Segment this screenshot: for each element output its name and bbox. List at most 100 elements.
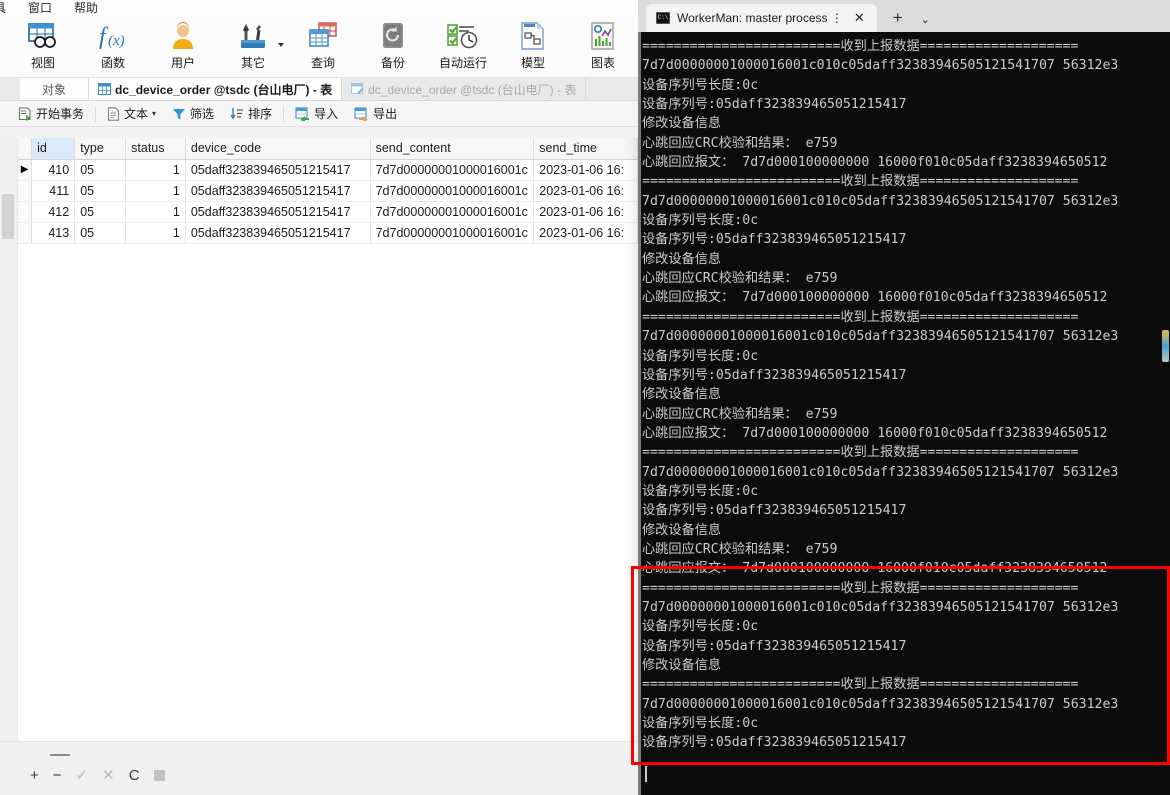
cell-send-content[interactable]: 7d7d00000001000016001c xyxy=(370,180,535,202)
grid-toolbar: 开始事务 文本 ▾ 筛选 排序 导入 导出 xyxy=(0,101,638,127)
navigator-scrollbar-thumb[interactable] xyxy=(2,194,14,239)
terminal-title-bar[interactable]: C:\ WorkerMan: master process ⋮ ✕ + ⌄ xyxy=(638,0,1170,32)
terminal-line: 设备序列号长度:0c xyxy=(642,348,759,364)
terminal-line: =========================收到上报数据=========… xyxy=(642,677,1079,693)
terminal-text-cursor xyxy=(645,766,647,782)
cell-status[interactable]: 1 xyxy=(125,159,186,181)
new-tab-button[interactable]: + xyxy=(893,8,903,28)
table-row[interactable]: 412 05 1 05daff323839465051215417 7d7d00… xyxy=(18,201,638,223)
tab-objects-label: 对象 xyxy=(42,82,67,97)
table-row[interactable]: ▶ 410 05 1 05daff323839465051215417 7d7d… xyxy=(18,159,638,181)
cell-type[interactable]: 05 xyxy=(74,180,127,202)
filter-icon xyxy=(172,107,186,121)
cell-send-time[interactable]: 2023-01-06 16: xyxy=(533,201,638,223)
import-button[interactable]: 导入 xyxy=(287,103,346,125)
ribbon-label-backup: 备份 xyxy=(380,56,405,70)
begin-transaction-button[interactable]: 开始事务 xyxy=(10,103,92,125)
cell-status[interactable]: 1 xyxy=(125,180,186,202)
ribbon-button-others[interactable]: 其它 xyxy=(218,19,288,77)
records-table: id type status device_code send_content … xyxy=(18,138,638,244)
column-header-status[interactable]: status xyxy=(125,138,186,160)
terminal-tab[interactable]: C:\ WorkerMan: master process ⋮ ✕ xyxy=(646,4,877,32)
table-row[interactable]: 411 05 1 05daff323839465051215417 7d7d00… xyxy=(18,180,638,202)
ribbon-button-query[interactable]: 查询 xyxy=(288,19,358,77)
ribbon-button-model[interactable]: 模型 xyxy=(498,19,568,77)
cell-send-time[interactable]: 2023-01-06 16: xyxy=(533,159,638,181)
ribbon-button-backup[interactable]: 备份 xyxy=(358,19,428,77)
terminal-tab-title: WorkerMan: master process ⋮ xyxy=(677,11,843,25)
terminal-line: =========================收到上报数据=========… xyxy=(642,580,1079,596)
menu-item-tools[interactable]: 具 xyxy=(0,0,17,17)
terminal-line: 7d7d00000001000016001c010c05daff32383946… xyxy=(642,329,1119,345)
cell-send-content[interactable]: 7d7d00000001000016001c xyxy=(370,201,535,223)
cell-id[interactable]: 412 xyxy=(31,201,76,223)
column-header-send-time[interactable]: send_time xyxy=(533,138,638,160)
ribbon-button-chart[interactable]: 图表 xyxy=(568,19,638,77)
column-header-device-code[interactable]: device_code xyxy=(185,138,371,160)
table-row[interactable]: 413 05 1 05daff323839465051215417 7d7d00… xyxy=(18,222,638,244)
column-header-send-content[interactable]: send_content xyxy=(370,138,535,160)
ribbon-button-view[interactable]: 视图 xyxy=(8,19,78,77)
column-header-type[interactable]: type xyxy=(74,138,127,160)
import-icon xyxy=(295,106,310,121)
filter-label: 筛选 xyxy=(190,107,215,121)
column-header-id[interactable]: id xyxy=(31,138,76,160)
chevron-down-icon[interactable] xyxy=(278,43,284,47)
stop-button[interactable] xyxy=(153,770,165,781)
terminal-line: 7d7d00000001000016001c010c05daff32383946… xyxy=(642,599,1119,615)
ribbon-toolbar: 视图 f (x) 函数 用户 其它 查询 备份 自动运行 模型 图表 xyxy=(0,17,638,78)
cell-send-content[interactable]: 7d7d00000001000016001c xyxy=(370,222,535,244)
apply-change-button[interactable]: ✓ xyxy=(76,768,89,783)
cell-status[interactable]: 1 xyxy=(125,201,186,223)
terminal-scrollbar-thumb[interactable] xyxy=(1162,330,1169,362)
cell-type[interactable]: 05 xyxy=(74,159,127,181)
export-button[interactable]: 导出 xyxy=(346,103,405,125)
cell-send-time[interactable]: 2023-01-06 16: xyxy=(533,222,638,244)
cell-send-time[interactable]: 2023-01-06 16: xyxy=(533,180,638,202)
menu-item-help[interactable]: 帮助 xyxy=(63,0,109,17)
text-label: 文本 xyxy=(124,107,149,121)
row-marker xyxy=(18,180,33,202)
grid-right-shadow xyxy=(624,138,638,741)
navicat-window: 具 窗口 帮助 视图 f (x) 函数 用户 其它 查询 备份 自动运行 模型 … xyxy=(0,0,638,795)
menu-item-window[interactable]: 窗口 xyxy=(17,0,63,17)
cell-device-code[interactable]: 05daff323839465051215417 xyxy=(185,222,371,244)
filter-button[interactable]: 筛选 xyxy=(164,103,222,125)
cell-send-content[interactable]: 7d7d00000001000016001c xyxy=(370,159,535,181)
close-icon[interactable]: ✕ xyxy=(850,10,869,26)
ribbon-label-function: 函数 xyxy=(100,56,125,70)
terminal-line: =========================收到上报数据=========… xyxy=(642,445,1079,461)
import-label: 导入 xyxy=(314,107,339,121)
terminal-output[interactable]: =========================收到上报数据=========… xyxy=(638,32,1170,795)
tab-dc-device-order-designer[interactable]: dc_device_order @tsdc (台山电厂) - 表 xyxy=(342,78,587,100)
ribbon-label-model: 模型 xyxy=(520,56,545,70)
cell-type[interactable]: 05 xyxy=(74,222,127,244)
sort-button[interactable]: 排序 xyxy=(222,103,280,125)
chevron-down-icon[interactable]: ⌄ xyxy=(921,13,930,26)
model-icon xyxy=(520,19,546,53)
tab-dc-device-order-table[interactable]: dc_device_order @tsdc (台山电厂) - 表 xyxy=(89,78,343,100)
cell-id[interactable]: 413 xyxy=(31,222,76,244)
terminal-line: 心跳回应报文： 7d7d000100000000 16000f010c05daf… xyxy=(642,155,1108,171)
navigator-scrollbar-track[interactable] xyxy=(0,138,18,741)
discard-change-button[interactable]: ✕ xyxy=(102,768,115,783)
cell-id[interactable]: 411 xyxy=(31,180,76,202)
ribbon-button-automation[interactable]: 自动运行 xyxy=(428,19,498,77)
add-record-button[interactable]: + xyxy=(30,768,39,783)
cell-type[interactable]: 05 xyxy=(74,201,127,223)
refresh-button[interactable]: C xyxy=(129,768,140,783)
tab-objects[interactable]: 对象 xyxy=(20,78,90,100)
cell-status[interactable]: 1 xyxy=(125,222,186,244)
text-button[interactable]: 文本 ▾ xyxy=(99,103,164,125)
ribbon-button-user[interactable]: 用户 xyxy=(148,19,218,77)
cell-id[interactable]: 410 xyxy=(31,159,76,181)
cell-device-code[interactable]: 05daff323839465051215417 xyxy=(185,201,371,223)
cell-device-code[interactable]: 05daff323839465051215417 xyxy=(185,180,371,202)
delete-record-button[interactable]: − xyxy=(53,768,62,783)
terminal-line: 心跳回应CRC校验和结果： e759 xyxy=(642,271,838,287)
chevron-down-icon[interactable]: ▾ xyxy=(152,109,156,118)
cell-device-code[interactable]: 05daff323839465051215417 xyxy=(185,159,371,181)
ribbon-button-function[interactable]: f (x) 函数 xyxy=(78,19,148,77)
terminal-line: 设备序列号:05daff323839465051215417 xyxy=(642,97,907,113)
row-marker: ▶ xyxy=(18,159,33,181)
